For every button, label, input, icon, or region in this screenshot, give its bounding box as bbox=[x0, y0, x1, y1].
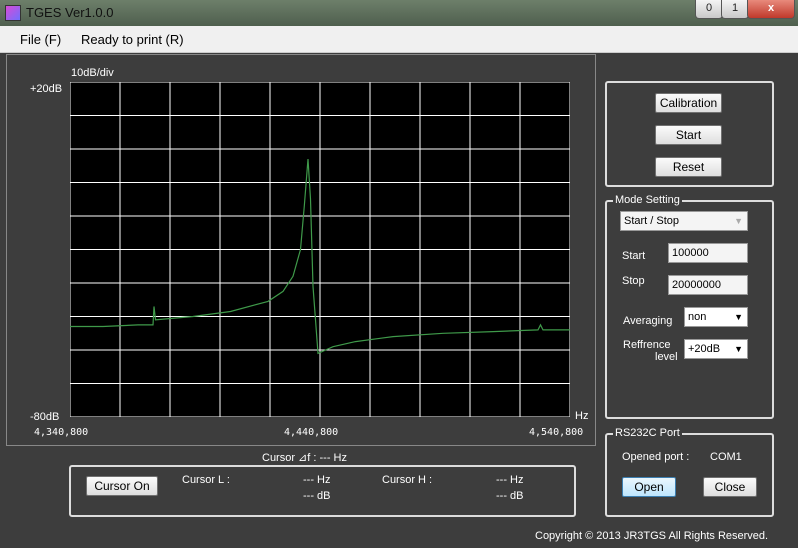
plot-grid bbox=[70, 82, 570, 417]
reset-button[interactable]: Reset bbox=[655, 157, 722, 177]
cursor-h-db: --- dB bbox=[496, 490, 524, 502]
minimize-button[interactable]: 0 bbox=[695, 0, 723, 19]
window-title: TGES Ver1.0.0 bbox=[26, 5, 114, 20]
cursor-on-button[interactable]: Cursor On bbox=[86, 476, 158, 496]
menu-ready-to-print[interactable]: Ready to print (R) bbox=[81, 32, 184, 47]
calibration-button[interactable]: Calibration bbox=[655, 93, 722, 113]
close-window-button[interactable]: x bbox=[747, 0, 795, 19]
reference-level-select[interactable]: +20dB ▼ bbox=[684, 339, 748, 359]
rs232c-port-legend: RS232C Port bbox=[613, 427, 682, 439]
cursor-l-db: --- dB bbox=[303, 490, 331, 502]
averaging-select-value: non bbox=[688, 311, 707, 323]
start-frequency-input[interactable]: 100000 bbox=[668, 243, 748, 263]
start-label: Start bbox=[622, 250, 646, 262]
chevron-down-icon: ▼ bbox=[734, 344, 743, 354]
menu-file[interactable]: File (F) bbox=[20, 32, 61, 47]
spectrum-svg bbox=[70, 82, 570, 417]
reference-level-label: level bbox=[655, 351, 678, 363]
x-unit-label: Hz bbox=[575, 410, 589, 422]
x-tick-end: 4,540,800 bbox=[529, 427, 584, 438]
mode-select[interactable]: Start / Stop ▼ bbox=[620, 211, 748, 231]
cursor-l-label: Cursor L : bbox=[182, 474, 230, 486]
menu-bar: File (F) Ready to print (R) bbox=[0, 26, 798, 53]
reference-label: Reffrence bbox=[623, 339, 671, 351]
y-top-label: +20dB bbox=[30, 83, 63, 95]
averaging-label: Averaging bbox=[623, 315, 673, 327]
x-tick-start: 4,340,800 bbox=[34, 427, 89, 438]
opened-port-value: COM1 bbox=[710, 451, 742, 463]
cursor-l-hz: --- Hz bbox=[303, 474, 331, 486]
y-bottom-label: -80dB bbox=[30, 411, 60, 423]
averaging-select[interactable]: non ▼ bbox=[684, 307, 748, 327]
chevron-down-icon: ▼ bbox=[734, 216, 743, 226]
close-port-button[interactable]: Close bbox=[703, 477, 757, 497]
mode-setting-legend: Mode Setting bbox=[613, 194, 682, 206]
title-bar: TGES Ver1.0.0 0 1 x bbox=[0, 0, 798, 26]
app-icon bbox=[5, 5, 21, 21]
start-button[interactable]: Start bbox=[655, 125, 722, 145]
mode-select-value: Start / Stop bbox=[624, 215, 680, 227]
spectrum-plot[interactable] bbox=[70, 82, 570, 417]
cursor-h-hz: --- Hz bbox=[496, 474, 524, 486]
reference-level-value: +20dB bbox=[688, 343, 721, 355]
x-tick-center: 4,440,800 bbox=[284, 427, 339, 438]
scale-label: 10dB/div bbox=[71, 67, 114, 79]
maximize-button[interactable]: 1 bbox=[721, 0, 749, 19]
stop-label: Stop bbox=[622, 275, 645, 287]
opened-port-label: Opened port : bbox=[622, 451, 690, 463]
cursor-delta-label: Cursor ⊿f : --- Hz bbox=[262, 452, 347, 464]
stop-frequency-input[interactable]: 20000000 bbox=[668, 275, 748, 295]
copyright-text: Copyright © 2013 JR3TGS All Rights Reser… bbox=[535, 530, 769, 542]
chevron-down-icon: ▼ bbox=[734, 312, 743, 322]
rs232c-port-panel: RS232C Port bbox=[605, 427, 774, 517]
cursor-h-label: Cursor H : bbox=[382, 474, 433, 486]
open-port-button[interactable]: Open bbox=[622, 477, 676, 497]
